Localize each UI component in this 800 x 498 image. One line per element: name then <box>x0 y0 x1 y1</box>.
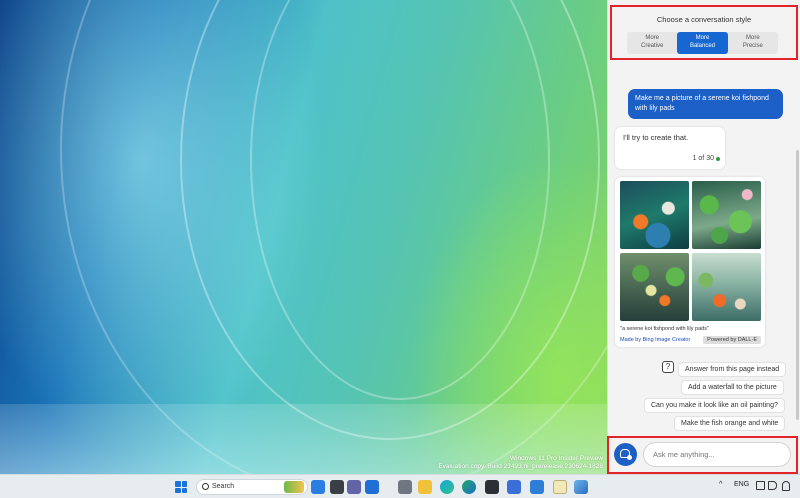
generated-image-2[interactable] <box>692 181 761 249</box>
desktop-wallpaper: Windows 11 Pro Insider Preview Evaluatio… <box>0 0 607 474</box>
user-message-bubble: Make me a picture of a serene koi fishpo… <box>628 89 783 119</box>
bot-reply-text: I'll try to create that. <box>623 133 689 142</box>
image-result-card: "a serene koi fishpond with lily pads" M… <box>615 177 765 347</box>
style-label: More <box>745 35 760 41</box>
bot-reply-card: I'll try to create that. 1 of 30 <box>615 127 725 169</box>
search-label: Search <box>212 483 235 490</box>
suggestion-chip[interactable]: Can you make it look like an oil paintin… <box>644 398 785 413</box>
generated-image-3[interactable] <box>620 253 689 321</box>
watermark-line: Windows 11 Pro Insider Preview <box>509 455 603 462</box>
search-highlight-icon <box>284 481 304 493</box>
suggestion-chip[interactable]: Make the fish orange and white <box>674 416 786 431</box>
plus-icon <box>627 455 632 460</box>
suggestion-chip[interactable]: Add a waterfall to the picture <box>681 380 784 395</box>
teams-icon[interactable] <box>347 480 361 494</box>
ask-input[interactable] <box>643 442 791 467</box>
terminal-icon[interactable] <box>485 480 499 494</box>
generated-image-4[interactable] <box>692 253 761 321</box>
style-label: Precise <box>742 42 763 49</box>
widgets-icon[interactable] <box>311 480 325 494</box>
task-view-icon[interactable] <box>330 480 344 494</box>
made-by-link[interactable]: Made by Bing Image Creator <box>620 337 690 343</box>
notepad-icon[interactable] <box>553 480 567 494</box>
edge-dev-icon[interactable] <box>462 480 476 494</box>
style-label: More <box>695 35 710 41</box>
chat-icon[interactable] <box>365 480 379 494</box>
edge-icon[interactable] <box>440 480 454 494</box>
photos-icon[interactable] <box>574 480 588 494</box>
image-caption: "a serene koi fishpond with lily pads" <box>620 326 709 332</box>
settings-icon[interactable] <box>398 480 412 494</box>
conversation-style-section: Choose a conversation style More Creativ… <box>610 5 798 60</box>
conversation-style-selector: More Creative More Balanced More Precise <box>627 32 778 54</box>
style-label: Creative <box>640 42 664 49</box>
file-explorer-icon[interactable] <box>418 480 432 494</box>
turn-counter: 1 of 30 <box>692 155 714 162</box>
suggestion-chip[interactable]: Answer from this page instead <box>678 362 787 377</box>
notification-bell-icon[interactable] <box>782 481 790 491</box>
style-more-precise-button[interactable]: More Precise <box>728 32 778 54</box>
style-label: Balanced <box>689 42 715 49</box>
style-label: More <box>645 35 659 41</box>
powered-by-badge: Powered by DALL·E <box>703 336 761 344</box>
volume-icon[interactable] <box>768 481 777 490</box>
help-question-icon: ? <box>662 361 674 373</box>
taskbar-search[interactable]: Search <box>196 479 308 495</box>
store-icon[interactable] <box>530 480 544 494</box>
style-more-creative-button[interactable]: More Creative <box>627 32 677 54</box>
network-icon[interactable] <box>756 481 765 490</box>
show-hidden-icons-button[interactable]: ^ <box>719 481 722 488</box>
conversation-style-title: Choose a conversation style <box>656 15 752 24</box>
build-watermark: Windows 11 Pro Insider Preview Evaluatio… <box>438 455 603 471</box>
watermark-line: Evaluation copy. Build 23493.ni_prerelea… <box>438 463 603 470</box>
snipping-tool-icon[interactable] <box>507 480 521 494</box>
new-topic-button[interactable] <box>614 443 637 466</box>
panel-scrollbar[interactable] <box>796 150 799 420</box>
style-more-balanced-button[interactable]: More Balanced <box>677 32 728 54</box>
status-dot-icon <box>716 157 720 161</box>
generated-image-1[interactable] <box>620 181 689 249</box>
taskbar: Search ^ ENG <box>0 474 800 498</box>
start-icon[interactable] <box>175 481 187 493</box>
language-indicator[interactable]: ENG <box>734 481 749 488</box>
search-icon <box>202 483 209 490</box>
